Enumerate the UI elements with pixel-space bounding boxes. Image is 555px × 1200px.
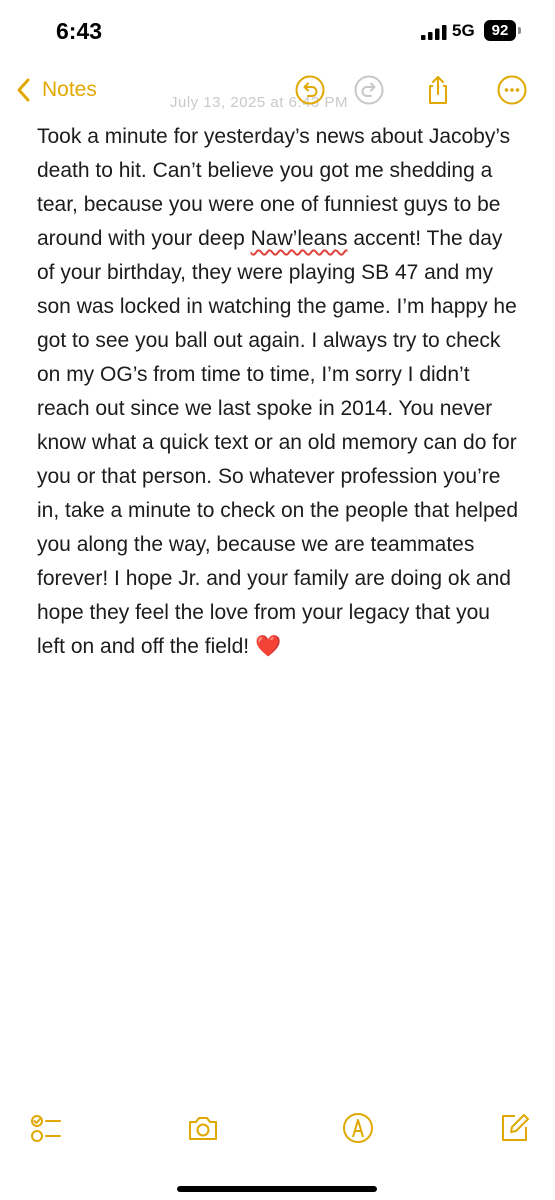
camera-button[interactable] — [185, 1110, 221, 1146]
note-body[interactable]: Took a minute for yesterday’s news about… — [37, 120, 523, 664]
share-icon — [429, 76, 447, 104]
camera-icon — [189, 1117, 217, 1140]
share-button[interactable] — [422, 74, 454, 106]
misspelled-word[interactable]: Naw’leans — [251, 227, 348, 250]
markup-button[interactable] — [340, 1110, 376, 1146]
cellular-signal-icon — [421, 25, 447, 40]
back-button[interactable]: Notes — [14, 72, 97, 108]
heart-emoji: ❤️ — [254, 635, 282, 658]
redo-icon — [354, 75, 384, 105]
bottom-toolbar — [0, 1104, 555, 1154]
battery-icon: 92 — [484, 20, 516, 41]
undo-button[interactable] — [294, 74, 326, 106]
nav-bar: July 13, 2025 at 6:43 PM Notes — [0, 64, 555, 118]
back-label: Notes — [42, 78, 97, 101]
battery-level: 92 — [491, 22, 509, 39]
checklist-icon — [31, 1115, 61, 1142]
redo-button[interactable] — [353, 74, 385, 106]
more-icon — [497, 75, 527, 105]
status-bar: 6:43 5G 92 — [0, 0, 555, 64]
undo-icon — [295, 75, 325, 105]
network-type: 5G — [452, 21, 475, 40]
more-button[interactable] — [496, 74, 528, 106]
markup-icon — [343, 1113, 373, 1143]
compose-icon — [502, 1114, 529, 1141]
battery-tip — [518, 27, 521, 34]
checklist-button[interactable] — [28, 1110, 64, 1146]
note-text-end: accent! The day of your birthday, they w… — [37, 227, 519, 658]
chevron-left-icon — [17, 78, 30, 102]
home-indicator[interactable] — [177, 1186, 377, 1192]
status-time: 6:43 — [56, 18, 103, 44]
compose-button[interactable] — [496, 1110, 532, 1146]
